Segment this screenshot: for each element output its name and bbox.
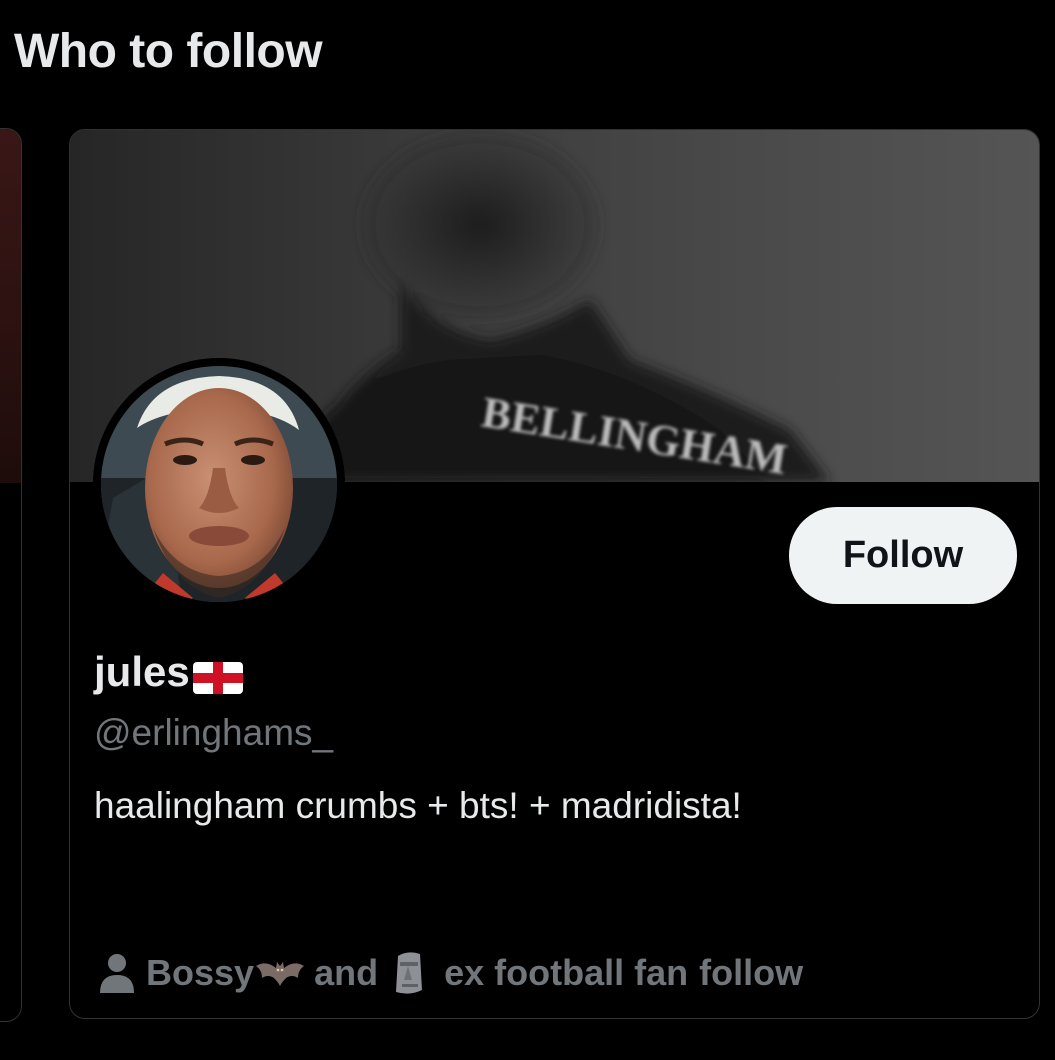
follower-name-second: ex football fan — [444, 952, 689, 993]
suggestion-card[interactable]: BELLINGHAM Follow jules @erlinghams_ haa… — [69, 129, 1040, 1019]
england-flag-icon — [192, 654, 244, 694]
avatar[interactable] — [93, 358, 345, 610]
previous-card-banner — [0, 129, 21, 483]
display-name[interactable]: jules — [94, 644, 244, 700]
follower-joiner: and — [314, 952, 379, 993]
bat-icon — [254, 955, 306, 991]
person-icon — [98, 953, 136, 993]
follow-button[interactable]: Follow — [789, 507, 1017, 604]
previous-suggestion-card[interactable] — [0, 128, 22, 1022]
moai-icon — [388, 950, 430, 996]
follower-name-first: Bossy — [146, 952, 255, 993]
follow-suffix: follow — [699, 952, 804, 993]
user-handle[interactable]: @erlinghams_ — [94, 708, 333, 758]
section-title: Who to follow — [14, 25, 323, 78]
display-name-text[interactable]: jules — [94, 644, 190, 700]
user-bio: haalingham crumbs + bts! + madridista! — [94, 785, 742, 826]
followed-by-context[interactable]: Bossy and ex football fan follow — [98, 948, 803, 998]
